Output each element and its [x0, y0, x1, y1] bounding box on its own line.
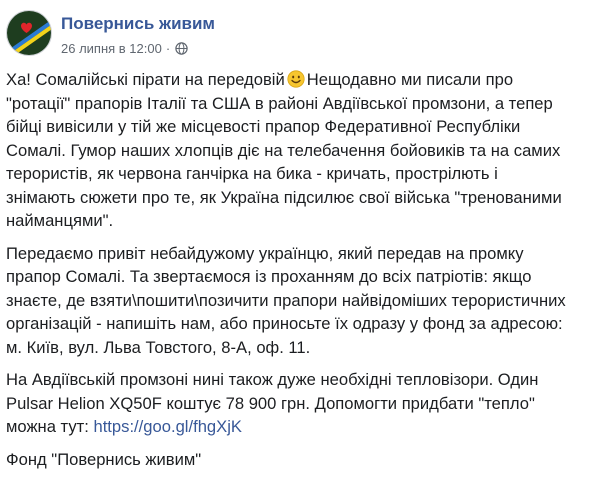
- post-paragraph: Передаємо привіт небайдужому українцю, я…: [6, 242, 606, 360]
- post-text: Нещодавно ми писали про: [306, 70, 514, 89]
- post-text: м. Київ, вул. Льва Товстого, 8-А, оф. 11…: [6, 337, 311, 357]
- post-text: знімають сюжети про те, як Україна підси…: [6, 187, 562, 207]
- heart-flag-icon: [7, 11, 51, 55]
- post-text: Передаємо привіт небайдужому українцю, я…: [6, 243, 524, 263]
- post-line: терористів, як червона ганчірка на бика …: [6, 162, 606, 186]
- post-line: найманцями".: [6, 209, 606, 233]
- post-text: найманцями".: [6, 211, 114, 230]
- smile-emoji-icon: [287, 70, 305, 88]
- post-text: знаєте, де взяти\пошити\позичити прапори…: [6, 290, 566, 310]
- post-text: прапор Сомалі. Та звертаємося із проханн…: [6, 267, 532, 286]
- post-timestamp[interactable]: 26 липня в 12:00: [61, 41, 162, 56]
- post-body: Ха! Сомалійські пірати на передовій Нещод…: [6, 68, 606, 480]
- post-paragraph: На Авдіївській промзоні нині також дуже …: [6, 368, 606, 439]
- facebook-post: Повернись живим 26 липня в 12:00 · Ха! С…: [0, 0, 612, 486]
- post-text: Pulsar Helion XQ50F коштує 78 900 грн. Д…: [6, 393, 535, 413]
- post-line: Сомалі. Гумор наших хлопців діє на телеб…: [6, 139, 606, 163]
- post-line: м. Київ, вул. Льва Товстого, 8-А, оф. 11…: [6, 336, 606, 360]
- post-text: Фонд "Повернись живим": [6, 449, 202, 469]
- post-line: Pulsar Helion XQ50F коштує 78 900 грн. Д…: [6, 392, 606, 416]
- post-text: Сомалі. Гумор наших хлопців діє на телеб…: [6, 140, 561, 160]
- post-text: терористів, як червона ганчірка на бика …: [6, 164, 498, 183]
- post-line: Передаємо привіт небайдужому українцю, я…: [6, 242, 606, 266]
- post-paragraph: Ха! Сомалійські пірати на передовій Нещод…: [6, 68, 606, 233]
- post-text: можна тут:: [6, 417, 94, 436]
- post-line: "ротації" прапорів Італії та США в район…: [6, 92, 606, 116]
- post-meta: 26 липня в 12:00 ·: [61, 41, 188, 56]
- globe-icon[interactable]: [175, 42, 188, 55]
- page-name-link[interactable]: Повернись живим: [61, 14, 215, 34]
- post-line: організацій - напишіть нам, або приносьт…: [6, 312, 606, 336]
- meta-separator: ·: [165, 41, 171, 56]
- post-line: На Авдіївській промзоні нині також дуже …: [6, 368, 606, 392]
- post-paragraph: Фонд "Повернись живим": [6, 448, 606, 472]
- page-avatar[interactable]: [6, 10, 52, 56]
- post-line: можна тут: https://goo.gl/fhgXjK: [6, 415, 606, 439]
- post-text: організацій - напишіть нам, або приносьт…: [6, 314, 563, 333]
- post-text: бійці вивісили у тій же місцевості прапо…: [6, 117, 521, 136]
- post-line: Ха! Сомалійські пірати на передовій Нещод…: [6, 68, 606, 92]
- post-line: Фонд "Повернись живим": [6, 448, 606, 472]
- post-text: Ха! Сомалійські пірати на передовій: [6, 70, 285, 89]
- post-line: бійці вивісили у тій же місцевості прапо…: [6, 115, 606, 139]
- post-text: На Авдіївській промзоні нині також дуже …: [6, 370, 539, 389]
- donation-link[interactable]: https://goo.gl/fhgXjK: [93, 417, 242, 436]
- post-line: прапор Сомалі. Та звертаємося із проханн…: [6, 265, 606, 289]
- post-line: знаєте, де взяти\пошити\позичити прапори…: [6, 289, 606, 313]
- post-line: знімають сюжети про те, як Україна підси…: [6, 186, 606, 210]
- post-text: "ротації" прапорів Італії та США в район…: [6, 93, 553, 113]
